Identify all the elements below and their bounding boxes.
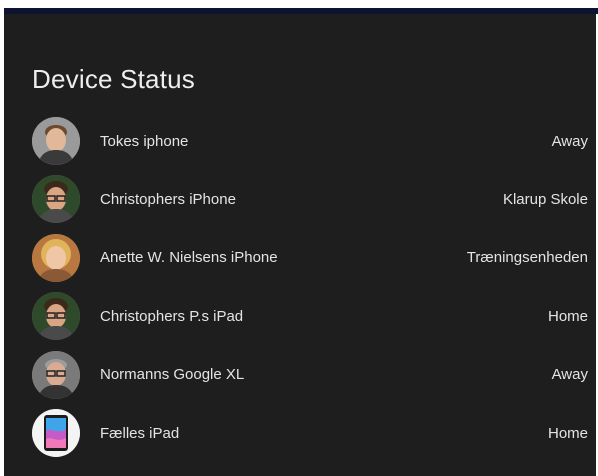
person-avatar-icon	[32, 350, 80, 399]
device-state: Klarup Skole	[502, 191, 588, 209]
device-list: Tokes iphone Away Christophers iPhone Kl…	[4, 112, 596, 462]
device-name: Normanns Google XL	[100, 366, 245, 384]
device-state: Træningsenheden	[466, 249, 588, 267]
device-row-christophers-iphone[interactable]: Christophers iPhone Klarup Skole	[4, 170, 596, 228]
card-title: Device Status	[32, 64, 196, 94]
device-row-anette-iphone[interactable]: Anette W. Nielsens iPhone Træningsenhede…	[4, 229, 596, 287]
device-name: Christophers P.s iPad	[100, 307, 244, 325]
device-row-christophers-ipad[interactable]: Christophers P.s iPad Home	[4, 287, 596, 345]
ipad-icon	[32, 408, 80, 457]
device-row-normanns-google-xl[interactable]: Normanns Google XL Away	[4, 346, 596, 404]
device-state: Away	[551, 132, 588, 150]
device-status-card: Device Status Tokes iphone Away Christop…	[4, 14, 596, 476]
person-avatar-icon	[32, 175, 80, 224]
device-state: Away	[551, 366, 588, 384]
device-name: Fælles iPad	[100, 424, 180, 442]
device-name: Christophers iPhone	[100, 191, 236, 209]
device-row-faelles-ipad[interactable]: Fælles iPad Home	[4, 404, 596, 462]
person-avatar-icon	[32, 292, 80, 341]
device-state: Home	[547, 307, 588, 325]
person-avatar-icon	[32, 117, 80, 165]
device-state: Home	[547, 424, 588, 442]
device-name: Anette W. Nielsens iPhone	[100, 249, 278, 267]
screenshot-frame: Device Status Tokes iphone Away Christop…	[0, 0, 598, 476]
device-name: Tokes iphone	[100, 132, 189, 150]
person-avatar-icon	[32, 233, 80, 282]
device-row-tokes-iphone[interactable]: Tokes iphone Away	[4, 112, 596, 170]
